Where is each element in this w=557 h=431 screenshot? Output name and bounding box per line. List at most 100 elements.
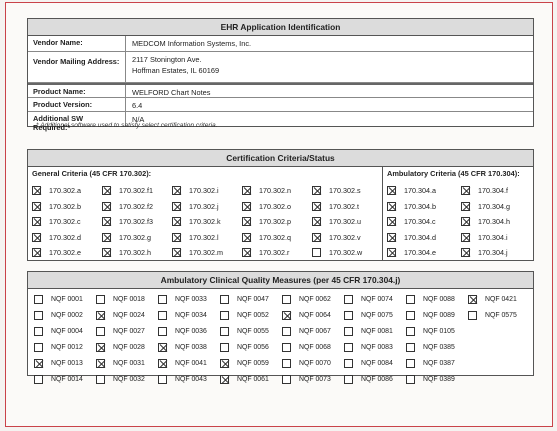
checked-checkbox[interactable] xyxy=(312,186,321,196)
unchecked-checkbox[interactable] xyxy=(406,342,415,352)
unchecked-checkbox[interactable] xyxy=(344,310,353,320)
checked-checkbox[interactable] xyxy=(468,294,477,304)
unchecked-checkbox[interactable] xyxy=(34,294,43,304)
unchecked-checkbox[interactable] xyxy=(282,374,291,384)
criteria-item: NQF 0084 xyxy=(344,355,406,371)
unchecked-checkbox[interactable] xyxy=(34,342,43,352)
checked-checkbox[interactable] xyxy=(172,232,181,242)
unchecked-checkbox[interactable] xyxy=(406,310,415,320)
unchecked-checkbox[interactable] xyxy=(220,326,229,336)
checked-checkbox[interactable] xyxy=(242,201,251,211)
unchecked-checkbox[interactable] xyxy=(344,326,353,336)
criteria-item: NQF 0075 xyxy=(344,307,406,323)
unchecked-checkbox[interactable] xyxy=(406,358,415,368)
checked-checkbox[interactable] xyxy=(220,374,229,384)
checked-checkbox[interactable] xyxy=(461,232,470,242)
criteria-item: NQF 0081 xyxy=(344,323,406,339)
checked-checkbox[interactable] xyxy=(32,186,41,196)
vendor-name-label: Vendor Name: xyxy=(28,36,126,51)
criteria-item: NQF 0043 xyxy=(158,371,220,387)
checked-checkbox[interactable] xyxy=(312,201,321,211)
checked-checkbox[interactable] xyxy=(96,310,105,320)
checked-checkbox[interactable] xyxy=(158,358,167,368)
checked-checkbox[interactable] xyxy=(387,201,396,211)
unchecked-checkbox[interactable] xyxy=(220,294,229,304)
unchecked-checkbox[interactable] xyxy=(34,326,43,336)
checked-checkbox[interactable] xyxy=(461,248,470,258)
unchecked-checkbox[interactable] xyxy=(406,294,415,304)
unchecked-checkbox[interactable] xyxy=(96,374,105,384)
unchecked-checkbox[interactable] xyxy=(282,294,291,304)
checked-checkbox[interactable] xyxy=(461,201,470,211)
unchecked-checkbox[interactable] xyxy=(158,310,167,320)
criteria-label: 170.302.q xyxy=(259,232,291,242)
certification-criteria-table: Certification Criteria/Status General Cr… xyxy=(27,149,534,261)
checked-checkbox[interactable] xyxy=(387,217,396,227)
checked-checkbox[interactable] xyxy=(34,358,43,368)
address-line-2: Hoffman Estates, IL 60169 xyxy=(132,66,220,75)
criteria-item: NQF 0028 xyxy=(96,339,158,355)
unchecked-checkbox[interactable] xyxy=(282,326,291,336)
unchecked-checkbox[interactable] xyxy=(468,310,477,320)
unchecked-checkbox[interactable] xyxy=(282,358,291,368)
checked-checkbox[interactable] xyxy=(102,232,111,242)
unchecked-checkbox[interactable] xyxy=(220,342,229,352)
checked-checkbox[interactable] xyxy=(32,232,41,242)
checked-checkbox[interactable] xyxy=(172,248,181,258)
unchecked-checkbox[interactable] xyxy=(312,248,321,258)
criteria-item: 170.304.j xyxy=(461,245,535,261)
unchecked-checkbox[interactable] xyxy=(406,326,415,336)
checked-checkbox[interactable] xyxy=(172,201,181,211)
checked-checkbox[interactable] xyxy=(312,217,321,227)
unchecked-checkbox[interactable] xyxy=(34,374,43,384)
criteria-item: 170.302.i xyxy=(172,183,242,199)
checked-checkbox[interactable] xyxy=(461,186,470,196)
checked-checkbox[interactable] xyxy=(96,358,105,368)
criteria-item: NQF 0031 xyxy=(96,355,158,371)
checked-checkbox[interactable] xyxy=(158,342,167,352)
checked-checkbox[interactable] xyxy=(96,342,105,352)
checked-checkbox[interactable] xyxy=(102,248,111,258)
checked-checkbox[interactable] xyxy=(387,248,396,258)
unchecked-checkbox[interactable] xyxy=(220,310,229,320)
criteria-item: NQF 0013 xyxy=(34,355,96,371)
unchecked-checkbox[interactable] xyxy=(158,294,167,304)
checked-checkbox[interactable] xyxy=(32,217,41,227)
criteria-item: 170.302.q xyxy=(242,230,312,246)
checked-checkbox[interactable] xyxy=(387,186,396,196)
criteria-item: NQF 0012 xyxy=(34,339,96,355)
unchecked-checkbox[interactable] xyxy=(158,326,167,336)
unchecked-checkbox[interactable] xyxy=(34,310,43,320)
unchecked-checkbox[interactable] xyxy=(282,342,291,352)
criteria-label: NQF 0041 xyxy=(175,359,207,367)
criteria-label: NQF 0033 xyxy=(175,295,207,303)
checked-checkbox[interactable] xyxy=(102,186,111,196)
unchecked-checkbox[interactable] xyxy=(158,374,167,384)
checked-checkbox[interactable] xyxy=(172,217,181,227)
unchecked-checkbox[interactable] xyxy=(344,294,353,304)
checked-checkbox[interactable] xyxy=(387,232,396,242)
checked-checkbox[interactable] xyxy=(220,358,229,368)
unchecked-checkbox[interactable] xyxy=(96,326,105,336)
checked-checkbox[interactable] xyxy=(172,186,181,196)
checked-checkbox[interactable] xyxy=(461,217,470,227)
checked-checkbox[interactable] xyxy=(242,186,251,196)
checked-checkbox[interactable] xyxy=(282,310,291,320)
checked-checkbox[interactable] xyxy=(312,232,321,242)
unchecked-checkbox[interactable] xyxy=(406,374,415,384)
checked-checkbox[interactable] xyxy=(102,217,111,227)
unchecked-checkbox[interactable] xyxy=(344,358,353,368)
unchecked-checkbox[interactable] xyxy=(344,342,353,352)
checked-checkbox[interactable] xyxy=(242,248,251,258)
criteria-item: NQF 0067 xyxy=(282,323,344,339)
checked-checkbox[interactable] xyxy=(242,217,251,227)
unchecked-checkbox[interactable] xyxy=(344,374,353,384)
criteria-item: NQF 0389 xyxy=(406,371,468,387)
checked-checkbox[interactable] xyxy=(102,201,111,211)
checked-checkbox[interactable] xyxy=(242,232,251,242)
vendor-name-row: Vendor Name: MEDCOM Information Systems,… xyxy=(28,36,533,52)
unchecked-checkbox[interactable] xyxy=(96,294,105,304)
criteria-item: NQF 0024 xyxy=(96,307,158,323)
checked-checkbox[interactable] xyxy=(32,248,41,258)
checked-checkbox[interactable] xyxy=(32,201,41,211)
